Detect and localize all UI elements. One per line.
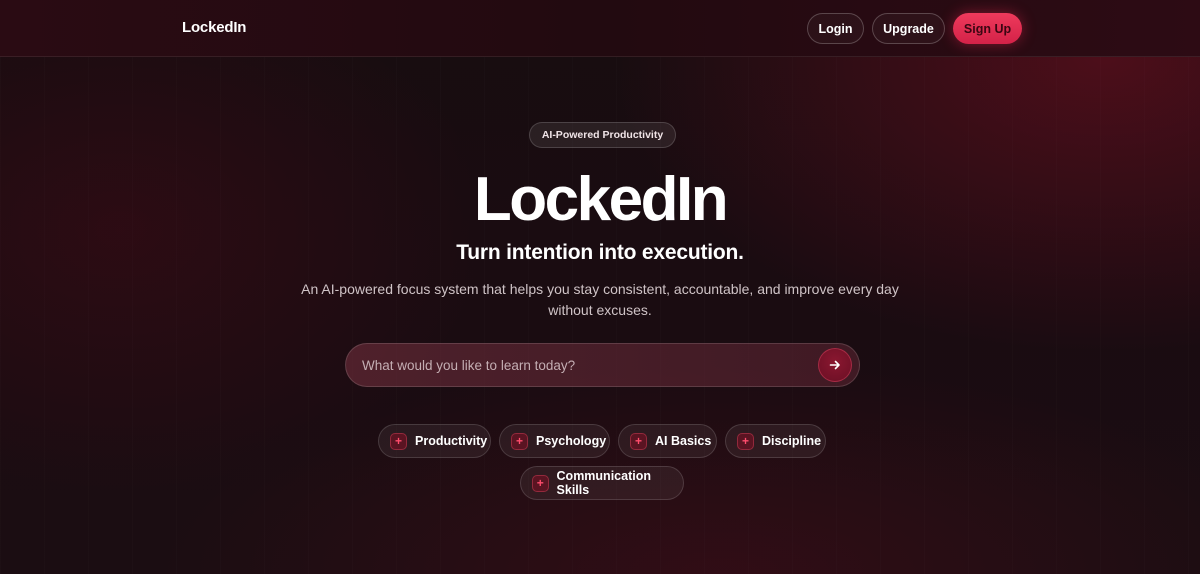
brand-logo[interactable]: LockedIn: [182, 19, 246, 36]
topic-chip-communication-skills[interactable]: + Communication Skills: [520, 466, 684, 500]
search-bar: [345, 343, 860, 387]
hero-subtitle: Turn intention into execution.: [456, 241, 744, 264]
topic-chip-ai-basics[interactable]: + AI Basics: [618, 424, 717, 458]
plus-icon: +: [532, 474, 549, 492]
topic-chip-label: Discipline: [762, 434, 822, 448]
topic-chip-label: Communication Skills: [556, 469, 651, 497]
upgrade-button[interactable]: Upgrade: [872, 13, 945, 44]
top-navbar: LockedIn Login Upgrade Sign Up: [0, 0, 1200, 57]
plus-icon: +: [511, 432, 528, 450]
plus-icon: +: [630, 432, 647, 450]
topic-chip-psychology[interactable]: + Psychology: [499, 424, 610, 458]
topic-chip-label: Psychology: [536, 434, 607, 448]
plus-icon: +: [390, 432, 407, 450]
topic-chip-productivity[interactable]: + Productivity: [378, 424, 491, 458]
hero-title: LockedIn: [473, 165, 729, 234]
search-input[interactable]: [362, 344, 802, 386]
plus-icon: +: [737, 432, 754, 450]
feature-badge: AI-Powered Productivity: [529, 122, 676, 148]
topic-chip-label: Productivity: [415, 434, 488, 448]
topic-chip-discipline[interactable]: + Discipline: [725, 424, 826, 458]
arrow-right-icon: [829, 360, 840, 370]
hero-description: An AI-powered focus system that helps yo…: [301, 281, 899, 318]
search-submit-button[interactable]: [818, 348, 852, 382]
topic-chip-label: AI Basics: [655, 434, 712, 448]
login-button[interactable]: Login: [807, 13, 864, 44]
sign-up-button[interactable]: Sign Up: [953, 13, 1022, 44]
hero-section: AI-Powered Productivity LockedIn Turn in…: [0, 57, 1200, 574]
